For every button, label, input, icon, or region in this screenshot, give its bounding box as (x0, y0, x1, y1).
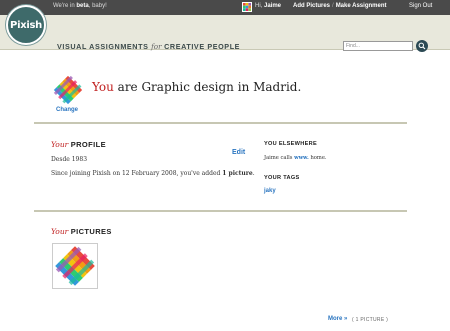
user-name-link[interactable]: Jaime (264, 3, 281, 9)
picture-count: ( 1 PICTURE ) (352, 317, 389, 323)
sign-out-link[interactable]: Sign Out (409, 3, 432, 9)
make-assignment-link[interactable]: Make Assignment (336, 3, 387, 9)
profile-heading: Your PROFILE (51, 140, 107, 149)
profile-avatar (53, 75, 83, 105)
tag-link[interactable]: jaky (264, 188, 276, 194)
user-greeting: Hi, Jaime (255, 3, 282, 9)
picture-thumbnail[interactable] (52, 243, 98, 289)
hero-statement: You are Graphic design in Madrid. (92, 80, 302, 94)
elsewhere-text: Jaime calls www. home. (264, 155, 327, 161)
pictures-heading: Your PICTURES (51, 227, 112, 236)
tags-heading: YOUR TAGS (264, 175, 300, 181)
change-avatar-link[interactable]: Change (56, 107, 78, 113)
site-tagline: VISUAL ASSIGNMENTS for CREATIVE PEOPLE (57, 42, 241, 51)
top-bar: We're in beta, baby! Hi, Jaime Add Pictu… (0, 0, 450, 15)
link-separator: / (332, 3, 334, 9)
profile-joined: Since joining Pixish on 12 February 2008… (51, 170, 255, 177)
profile-since: Desde 1983 (51, 156, 88, 163)
site-header: VISUAL ASSIGNMENTS for CREATIVE PEOPLE F… (0, 15, 450, 52)
search-input[interactable]: Find... (343, 41, 413, 51)
picture-image (55, 246, 95, 286)
add-pictures-link[interactable]: Add Pictures (293, 3, 330, 9)
pixish-logo[interactable]: Pixish (6, 5, 46, 45)
beta-notice: We're in beta, baby! (53, 3, 107, 9)
section-divider (34, 210, 407, 212)
search-button[interactable] (416, 40, 428, 52)
edit-profile-button[interactable]: Edit (232, 149, 245, 156)
website-link[interactable]: www. (294, 155, 309, 161)
elsewhere-heading: YOU ELSEWHERE (264, 141, 318, 147)
top-links: Add Pictures / Make Assignment (293, 3, 386, 9)
more-pictures-link[interactable]: More » (328, 316, 347, 322)
user-avatar-icon[interactable] (242, 2, 252, 12)
magnifier-icon (418, 42, 426, 50)
section-divider (34, 122, 407, 124)
